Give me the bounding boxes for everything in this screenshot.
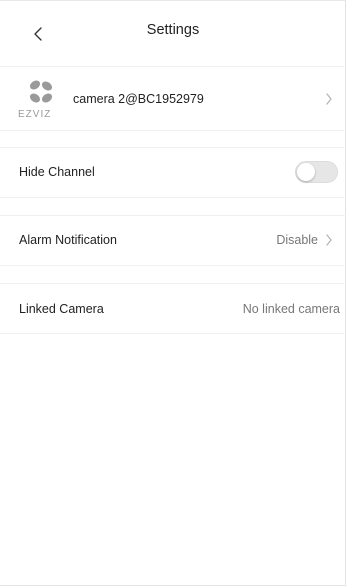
divider <box>0 130 346 131</box>
header-bar: Settings <box>0 10 346 54</box>
alarm-notification-row[interactable]: Alarm Notification Disable <box>0 216 346 264</box>
page-title: Settings <box>146 22 200 38</box>
hide-channel-label: Hide Channel <box>19 165 95 179</box>
logo-text: EZVIZ <box>18 109 52 120</box>
toggle-knob <box>297 163 315 181</box>
linked-camera-row[interactable]: Linked Camera No linked camera <box>0 284 346 333</box>
ezviz-logo: EZVIZ <box>16 76 64 122</box>
fan-logo-icon <box>29 80 53 103</box>
alarm-notification-value: Disable <box>276 233 318 247</box>
hide-channel-toggle[interactable] <box>295 161 338 183</box>
chevron-right-icon <box>322 233 336 247</box>
alarm-notification-label: Alarm Notification <box>19 233 117 247</box>
camera-name: camera 2@BC1952979 <box>73 92 204 106</box>
divider <box>0 66 346 67</box>
hide-channel-row: Hide Channel <box>0 148 346 196</box>
status-bar <box>0 0 346 8</box>
chevron-right-icon <box>322 92 336 106</box>
device-row[interactable]: EZVIZ camera 2@BC1952979 <box>0 76 346 122</box>
linked-camera-label: Linked Camera <box>19 301 104 316</box>
divider <box>0 197 346 198</box>
settings-screen: Settings EZVIZ camera 2@BC1952979 Hide C… <box>0 0 346 586</box>
divider <box>0 333 346 334</box>
divider <box>0 265 346 266</box>
linked-camera-value: No linked camera <box>242 301 340 316</box>
